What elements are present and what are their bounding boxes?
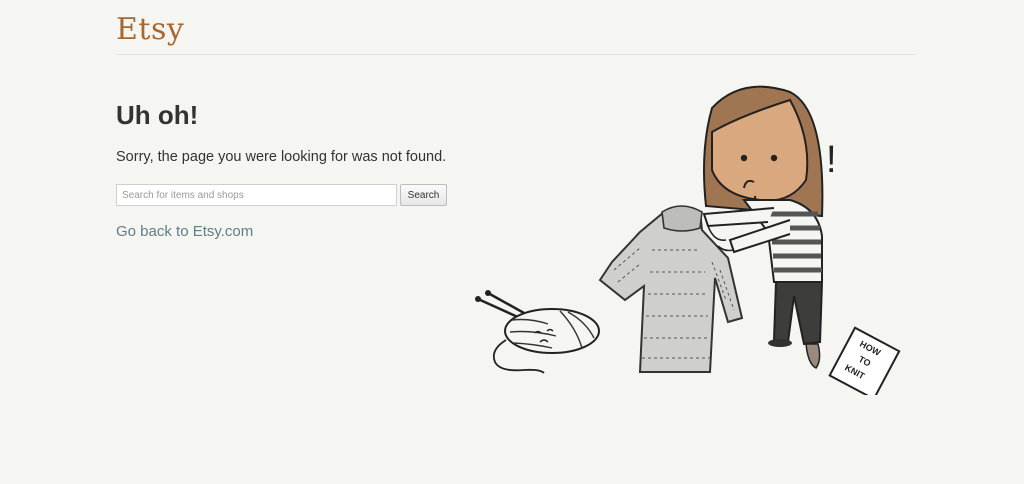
not-found-message: Sorry, the page you were looking for was… [116,149,447,165]
search-button[interactable]: Search [400,184,447,206]
etsy-logo[interactable]: Etsy [116,12,184,47]
sweater-icon [598,205,744,373]
sad-knitter-illustration: ! HOW TO KNIT [475,85,901,395]
yarn-ball-icon [475,290,600,374]
girl-figure-icon: ! [702,85,837,369]
search-input[interactable] [116,184,397,206]
back-to-etsy-link[interactable]: Go back to Etsy.com [116,223,253,240]
how-to-knit-note-icon: HOW TO KNIT [828,326,901,395]
site-header: Etsy [116,8,916,55]
page-heading: Uh oh! [116,100,199,130]
exclamation-mark: ! [826,139,837,181]
